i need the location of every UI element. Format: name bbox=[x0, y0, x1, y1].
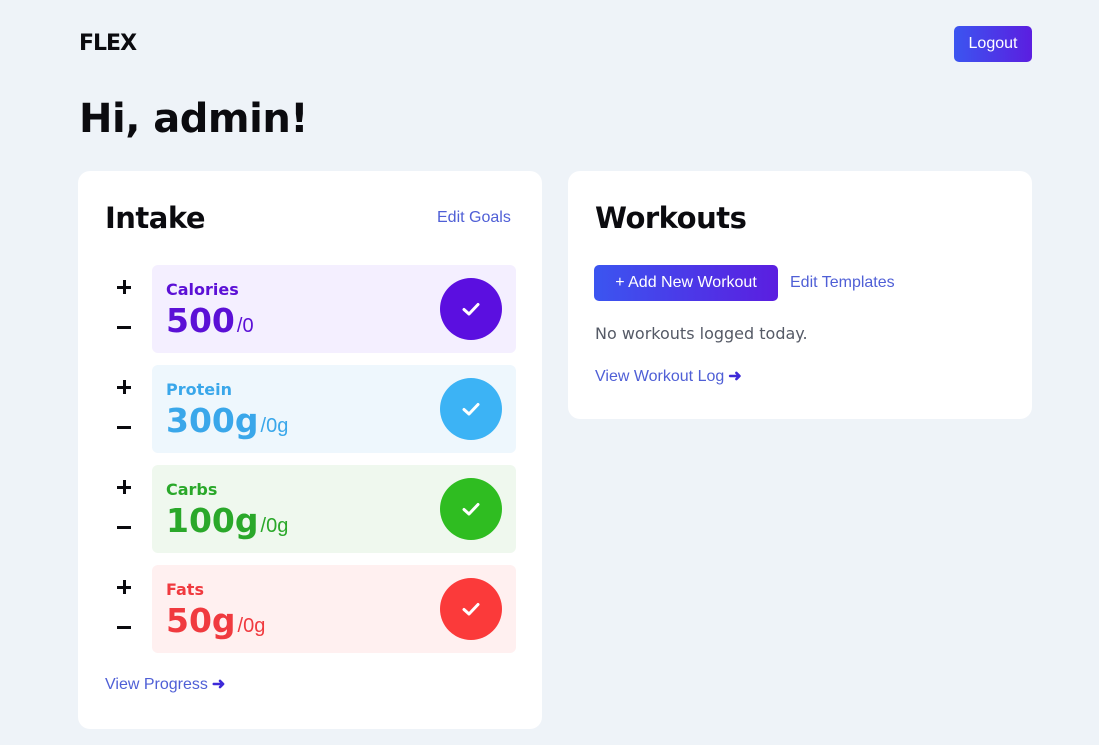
macro-row-carbs: Carbs 100g/0g bbox=[78, 465, 542, 553]
macro-name: Calories bbox=[166, 280, 239, 299]
minus-icon[interactable] bbox=[114, 517, 134, 537]
minus-icon[interactable] bbox=[114, 417, 134, 437]
view-progress-link[interactable]: View Progress ➜ bbox=[105, 674, 225, 694]
macro-value: 500/0 bbox=[166, 301, 254, 340]
plus-icon[interactable] bbox=[114, 377, 134, 397]
plus-icon[interactable] bbox=[114, 477, 134, 497]
macro-name: Carbs bbox=[166, 480, 218, 499]
check-icon[interactable] bbox=[440, 378, 502, 440]
view-workout-log-label: View Workout Log bbox=[595, 368, 725, 385]
macro-value: 300g/0g bbox=[166, 401, 288, 440]
intake-title: Intake bbox=[105, 201, 206, 235]
macro-current: /0g bbox=[260, 515, 289, 537]
plus-icon[interactable] bbox=[114, 277, 134, 297]
workouts-card: Workouts + Add New Workout Edit Template… bbox=[568, 171, 1032, 419]
workouts-title: Workouts bbox=[595, 201, 747, 235]
macro-goal: 50g bbox=[166, 601, 236, 640]
macro-row-fats: Fats 50g/0g bbox=[78, 565, 542, 653]
macro-current: /0g bbox=[260, 415, 289, 437]
macro-row-protein: Protein 300g/0g bbox=[78, 365, 542, 453]
macro-value: 100g/0g bbox=[166, 501, 288, 540]
macro-name: Fats bbox=[166, 580, 204, 599]
empty-workouts-message: No workouts logged today. bbox=[595, 324, 808, 343]
plus-icon[interactable] bbox=[114, 577, 134, 597]
arrow-right-icon: ➜ bbox=[211, 676, 226, 693]
intake-card: Intake Edit Goals Calories 500/0 Protein… bbox=[78, 171, 542, 729]
macro-panel: Calories 500/0 bbox=[152, 265, 516, 353]
view-workout-log-link[interactable]: View Workout Log ➜ bbox=[595, 366, 742, 386]
edit-goals-link[interactable]: Edit Goals bbox=[437, 209, 511, 227]
macro-goal: 300g bbox=[166, 401, 259, 440]
view-progress-label: View Progress bbox=[105, 676, 208, 693]
add-workout-button[interactable]: + Add New Workout bbox=[594, 265, 778, 301]
logout-button[interactable]: Logout bbox=[954, 26, 1032, 62]
arrow-right-icon: ➜ bbox=[728, 368, 742, 385]
edit-templates-link[interactable]: Edit Templates bbox=[790, 274, 895, 292]
page-title: Hi, admin! bbox=[79, 96, 309, 142]
macro-goal: 100g bbox=[166, 501, 259, 540]
macro-panel: Protein 300g/0g bbox=[152, 365, 516, 453]
macro-current: /0 bbox=[236, 315, 254, 337]
macro-name: Protein bbox=[166, 380, 232, 399]
check-icon[interactable] bbox=[440, 478, 502, 540]
macro-current: /0g bbox=[237, 615, 266, 637]
macro-panel: Carbs 100g/0g bbox=[152, 465, 516, 553]
check-icon[interactable] bbox=[440, 278, 502, 340]
app-logo: FLEX bbox=[79, 31, 137, 56]
macro-value: 50g/0g bbox=[166, 601, 265, 640]
macro-goal: 500 bbox=[166, 301, 235, 340]
macro-row-calories: Calories 500/0 bbox=[78, 265, 542, 353]
minus-icon[interactable] bbox=[114, 317, 134, 337]
macro-panel: Fats 50g/0g bbox=[152, 565, 516, 653]
check-icon[interactable] bbox=[440, 578, 502, 640]
minus-icon[interactable] bbox=[114, 617, 134, 637]
